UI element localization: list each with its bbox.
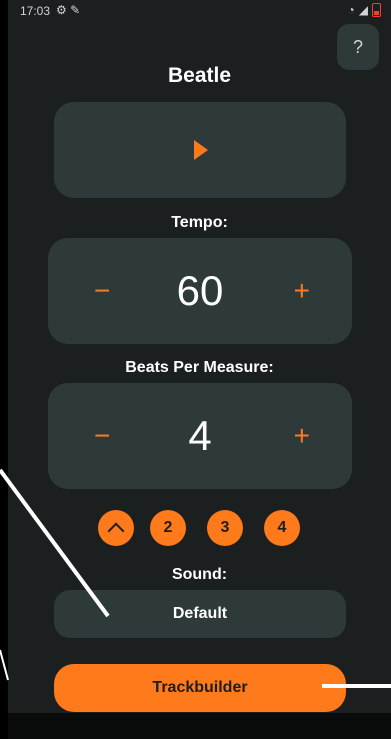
beat-4-button[interactable]: 4	[264, 510, 300, 546]
navigation-bar	[8, 713, 391, 739]
sound-selector[interactable]: Default	[54, 590, 346, 638]
tempo-stepper: − 60 +	[48, 238, 352, 344]
beat-accent-row: 2 3 4	[8, 510, 391, 546]
status-time: 17:03	[20, 4, 51, 18]
trackbuilder-button[interactable]: Trackbuilder	[54, 664, 346, 712]
play-button[interactable]	[54, 102, 346, 198]
beats-increase-button[interactable]: +	[294, 420, 310, 452]
play-icon	[194, 140, 208, 160]
battery-icon	[372, 3, 381, 17]
annotation-line-left	[0, 649, 9, 681]
status-bar: 17:03 ⚙ ✎ ◔ ◢	[8, 0, 391, 22]
beats-per-measure-label: Beats Per Measure:	[125, 359, 274, 376]
notification-icons: ⚙ ✎	[56, 3, 81, 17]
app-screen: 17:03 ⚙ ✎ ◔ ◢ ? Beatle Tempo: − 60 + Bea…	[8, 0, 391, 739]
chevron-up-icon	[107, 522, 125, 539]
tempo-label: Tempo:	[171, 214, 228, 231]
sound-label: Sound:	[171, 566, 228, 583]
tempo-increase-button[interactable]: +	[294, 275, 310, 307]
page-title: Beatle	[167, 64, 232, 87]
beat-3-button[interactable]: 3	[207, 510, 243, 546]
system-icons: ◔ ◢	[348, 3, 381, 17]
beats-per-measure-stepper: − 4 +	[48, 383, 352, 489]
signal-icon: ◢	[358, 3, 368, 17]
beat-accent-1-button[interactable]	[98, 510, 134, 546]
wifi-icon: ◔	[347, 3, 355, 17]
beat-2-button[interactable]: 2	[150, 510, 186, 546]
